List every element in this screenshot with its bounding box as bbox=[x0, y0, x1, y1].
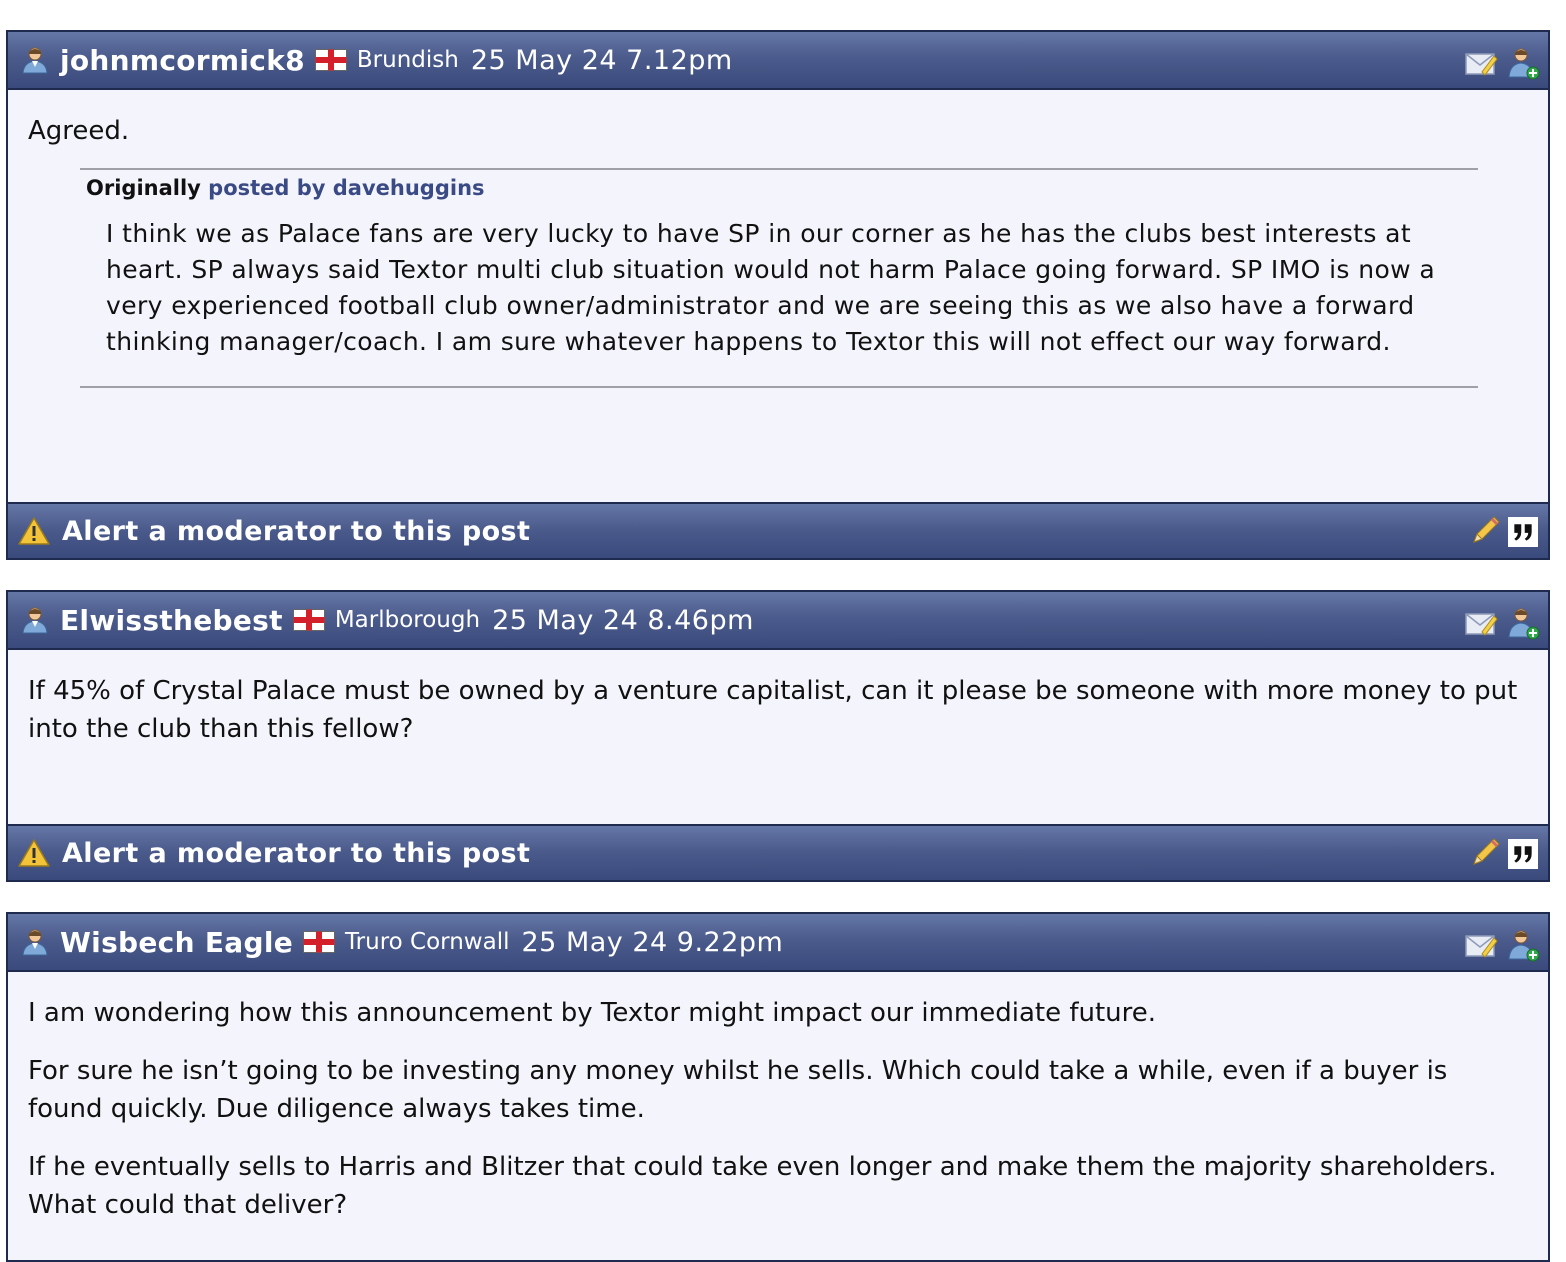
add-friend-icon[interactable] bbox=[1506, 46, 1540, 80]
post: Elwissthebest Marlborough 25 May 24 8.46… bbox=[6, 590, 1550, 882]
england-flag-icon bbox=[303, 931, 335, 953]
post: Wisbech Eagle Truro Cornwall 25 May 24 9… bbox=[6, 912, 1550, 1262]
user-icon bbox=[20, 605, 50, 635]
post-body: Agreed. Originally posted by davehuggins… bbox=[8, 90, 1548, 388]
alert-moderator-link[interactable]: Alert a moderator to this post bbox=[62, 516, 530, 547]
post-date: 25 May 24 9.22pm bbox=[521, 926, 784, 958]
header-actions bbox=[1464, 46, 1540, 80]
footer-actions bbox=[1470, 836, 1538, 872]
warning-icon bbox=[18, 516, 50, 546]
post-date: 25 May 24 8.46pm bbox=[492, 604, 754, 636]
private-message-icon[interactable] bbox=[1464, 46, 1498, 80]
england-flag-icon bbox=[315, 49, 347, 71]
pencil-edit-icon[interactable] bbox=[1470, 836, 1502, 872]
quote-header: Originally posted by davehuggins bbox=[86, 174, 1478, 202]
user-icon bbox=[20, 927, 50, 957]
quote-author-link[interactable]: posted by davehuggins bbox=[208, 176, 484, 200]
post-header: Wisbech Eagle Truro Cornwall 25 May 24 9… bbox=[8, 914, 1548, 972]
username[interactable]: johnmcormick8 bbox=[60, 44, 305, 77]
post-text: Agreed. bbox=[28, 116, 130, 146]
post-header: johnmcormick8 Brundish 25 May 24 7.12pm bbox=[8, 32, 1548, 90]
user-icon bbox=[20, 45, 50, 75]
pencil-edit-icon[interactable] bbox=[1470, 514, 1502, 550]
post-header: Elwissthebest Marlborough 25 May 24 8.46… bbox=[8, 592, 1548, 650]
england-flag-icon bbox=[293, 609, 325, 631]
quote-icon[interactable] bbox=[1508, 839, 1538, 869]
warning-icon bbox=[18, 838, 50, 868]
header-actions bbox=[1464, 928, 1540, 962]
post-text: For sure he isn’t going to be investing … bbox=[28, 1056, 1448, 1124]
post-text: If 45% of Crystal Palace must be owned b… bbox=[28, 676, 1518, 744]
footer-actions bbox=[1470, 514, 1538, 550]
post-text: I am wondering how this announcement by … bbox=[28, 998, 1157, 1028]
quote-icon[interactable] bbox=[1508, 517, 1538, 547]
quote-text: I think we as Palace fans are very lucky… bbox=[106, 219, 1436, 356]
private-message-icon[interactable] bbox=[1464, 928, 1498, 962]
private-message-icon[interactable] bbox=[1464, 606, 1498, 640]
post-date: 25 May 24 7.12pm bbox=[470, 44, 733, 76]
post-text: If he eventually sells to Harris and Bli… bbox=[28, 1152, 1497, 1220]
add-friend-icon[interactable] bbox=[1506, 606, 1540, 640]
username[interactable]: Wisbech Eagle bbox=[60, 926, 293, 959]
post-footer: Alert a moderator to this post bbox=[8, 502, 1548, 558]
quote-originally-label: Originally bbox=[86, 176, 201, 200]
post-footer: Alert a moderator to this post bbox=[8, 824, 1548, 880]
username[interactable]: Elwissthebest bbox=[60, 604, 283, 637]
user-location: Brundish bbox=[356, 47, 459, 73]
user-location: Marlborough bbox=[334, 607, 481, 633]
post: johnmcormick8 Brundish 25 May 24 7.12pm … bbox=[6, 30, 1550, 560]
add-friend-icon[interactable] bbox=[1506, 928, 1540, 962]
user-location: Truro Cornwall bbox=[345, 929, 510, 955]
post-body: If 45% of Crystal Palace must be owned b… bbox=[8, 650, 1548, 748]
quote-block: Originally posted by davehuggins I think… bbox=[80, 168, 1478, 388]
header-actions bbox=[1464, 606, 1540, 640]
alert-moderator-link[interactable]: Alert a moderator to this post bbox=[62, 838, 530, 869]
post-body: I am wondering how this announcement by … bbox=[8, 972, 1548, 1224]
